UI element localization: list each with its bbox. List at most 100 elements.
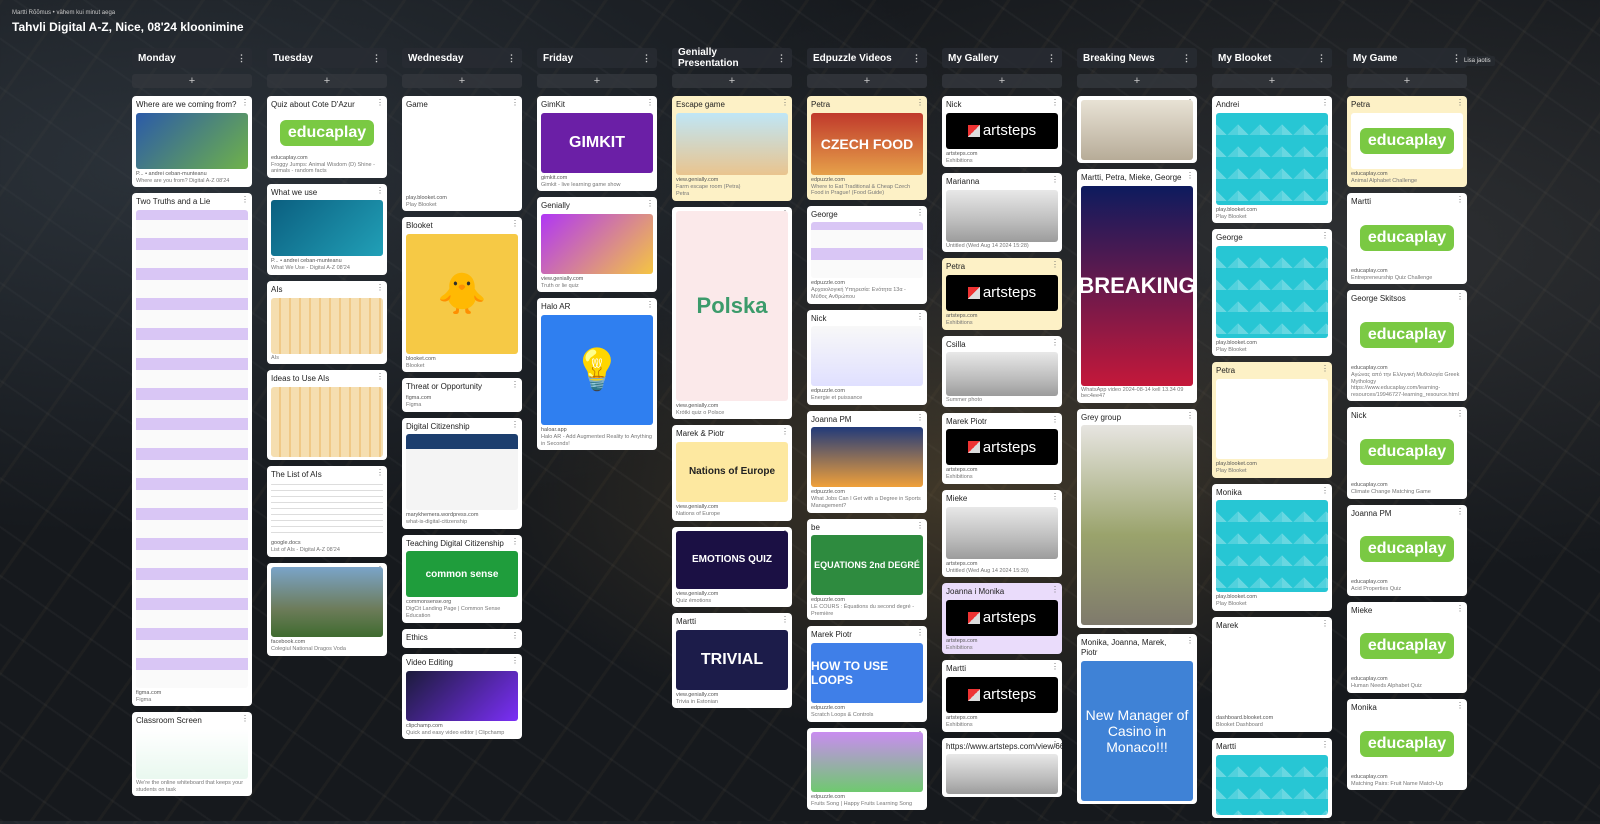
dots-vertical-icon[interactable]: ⋮ xyxy=(1186,636,1194,645)
dots-vertical-icon[interactable]: ⋮ xyxy=(1051,260,1059,269)
post-thumbnail[interactable] xyxy=(406,670,518,721)
dots-vertical-icon[interactable]: ⋮ xyxy=(916,413,924,422)
board-breadcrumb[interactable]: Martti Rõõmus • vähem kui minut aega xyxy=(12,10,244,16)
dots-vertical-icon[interactable]: ⋮ xyxy=(1317,53,1326,64)
column-title[interactable]: My Game xyxy=(1353,53,1397,64)
post-card[interactable]: ⋮ Martti, Petra, Mieke, George BREAKING Wha… xyxy=(1077,169,1197,403)
post-thumbnail[interactable] xyxy=(1216,633,1328,714)
post-thumbnail[interactable]: EMOTIONS QUIZ xyxy=(676,530,788,589)
post-card[interactable]: ⋮ Petra artsteps artsteps.com Exhibitions xyxy=(942,258,1062,330)
dots-vertical-icon[interactable]: ⋮ xyxy=(1047,53,1056,64)
post-card[interactable]: ⋮ Digital Citizenship marykhemera.wordpres… xyxy=(402,417,522,529)
post-card[interactable]: ⋮ Csilla Summer photo xyxy=(942,335,1062,407)
post-thumbnail[interactable] xyxy=(1081,425,1193,626)
dots-vertical-icon[interactable]: ⋮ xyxy=(1456,292,1464,301)
dots-vertical-icon[interactable]: ⋮ xyxy=(642,53,651,64)
post-thumbnail[interactable]: artsteps xyxy=(946,274,1058,311)
post-thumbnail[interactable] xyxy=(1216,378,1328,459)
post-card[interactable]: ⋮ Martti artsteps artsteps.com Exhibitions xyxy=(942,660,1062,732)
post-card[interactable]: ⋮ Nick artsteps artsteps.com Exhibitions xyxy=(942,96,1062,168)
post-card[interactable]: ⋮ Game play.blooket.com Play Blooket xyxy=(402,96,522,212)
column-title[interactable]: Edpuzzle Videos xyxy=(813,53,892,64)
column-header[interactable]: Wednesday ⋮ xyxy=(402,48,522,68)
dots-vertical-icon[interactable]: ⋮ xyxy=(646,300,654,309)
dots-vertical-icon[interactable]: ⋮ xyxy=(912,53,921,64)
post-thumbnail[interactable]: EQUATIONS 2nd DEGRÉ xyxy=(811,535,923,596)
post-card[interactable]: ⋮EMOTIONS QUIZview.genially.comQuiz émot… xyxy=(672,526,792,608)
post-thumbnail[interactable] xyxy=(1216,245,1328,338)
post-thumbnail[interactable] xyxy=(1216,754,1328,815)
post-thumbnail[interactable] xyxy=(811,731,923,792)
post-card[interactable]: ⋮ Marek dashboard.blooket.com Blooket Dashb… xyxy=(1212,616,1332,732)
column-header[interactable]: My Game ⋮ xyxy=(1347,48,1467,68)
dots-vertical-icon[interactable]: ⋮ xyxy=(237,53,246,64)
add-post-button[interactable]: + xyxy=(537,74,657,88)
dots-vertical-icon[interactable]: ⋮ xyxy=(511,420,519,429)
post-thumbnail[interactable] xyxy=(271,297,383,354)
post-card[interactable]: ⋮ Nick edpuzzle.com Energie et puissance xyxy=(807,309,927,405)
column-header[interactable]: Friday ⋮ xyxy=(537,48,657,68)
dots-vertical-icon[interactable]: ⋮ xyxy=(1182,53,1191,64)
post-thumbnail[interactable] xyxy=(271,482,383,539)
add-post-button[interactable]: + xyxy=(132,74,252,88)
post-card[interactable]: ⋮ Petra educaplay educaplay.com Animal Alpha… xyxy=(1347,96,1467,188)
column-title[interactable]: Breaking News xyxy=(1083,53,1155,64)
post-card[interactable]: ⋮ Joanna PM educaplay educaplay.com Acid Pro… xyxy=(1347,504,1467,596)
column-title[interactable]: Wednesday xyxy=(408,53,463,64)
post-card[interactable]: ⋮ Mieke artsteps.com Untitled (Wed Aug 14 2… xyxy=(942,489,1062,578)
column-title[interactable]: My Blooket xyxy=(1218,53,1271,64)
column-title[interactable]: My Gallery xyxy=(948,53,999,64)
post-thumbnail[interactable]: artsteps xyxy=(946,676,1058,713)
dots-vertical-icon[interactable]: ⋮ xyxy=(241,714,249,723)
post-card[interactable]: ⋮ Ethics xyxy=(402,628,522,649)
post-card[interactable]: ⋮ Joanna i Monika artsteps artsteps.com Exhi… xyxy=(942,583,1062,655)
post-thumbnail[interactable]: educaplay xyxy=(1351,521,1463,578)
column-title[interactable]: Friday xyxy=(543,53,573,64)
post-thumbnail[interactable] xyxy=(271,200,383,257)
post-card[interactable]: ⋮ Threat or Opportunity figma.com Figma xyxy=(402,378,522,412)
post-thumbnail[interactable]: CZECH FOOD xyxy=(811,112,923,175)
add-post-button[interactable]: + xyxy=(942,74,1062,88)
dots-vertical-icon[interactable]: ⋮ xyxy=(781,98,789,107)
post-card[interactable]: ⋮ Where are we coming from? P... • andrei … xyxy=(132,96,252,188)
post-card[interactable]: ⋮ Escape game view.genially.com Farm escape… xyxy=(672,96,792,201)
post-thumbnail[interactable]: artsteps xyxy=(946,599,1058,636)
add-post-button[interactable]: + xyxy=(267,74,387,88)
add-post-button[interactable]: + xyxy=(402,74,522,88)
post-thumbnail[interactable] xyxy=(1081,100,1193,160)
dots-vertical-icon[interactable]: ⋮ xyxy=(1051,338,1059,347)
dots-vertical-icon[interactable]: ⋮ xyxy=(507,53,516,64)
post-card[interactable]: ⋮ Petra CZECH FOOD edpuzzle.com Where to Eat… xyxy=(807,96,927,200)
post-card[interactable]: ⋮ Monika play.blooket.com Play Blooket xyxy=(1212,483,1332,611)
post-thumbnail[interactable]: GIMKIT xyxy=(541,112,653,173)
dots-vertical-icon[interactable]: ⋮ xyxy=(1456,604,1464,613)
post-thumbnail[interactable] xyxy=(271,386,383,457)
dots-vertical-icon[interactable]: ⋮ xyxy=(376,468,384,477)
post-card[interactable]: ⋮ Andrei play.blooket.com Play Blooket xyxy=(1212,96,1332,224)
post-thumbnail[interactable] xyxy=(946,506,1058,559)
dots-vertical-icon[interactable]: ⋮ xyxy=(1321,364,1329,373)
post-card[interactable]: ⋮ Two Truths and a Lie figma.com Figma xyxy=(132,193,252,707)
post-thumbnail[interactable] xyxy=(541,213,653,274)
column-header[interactable]: Monday ⋮ xyxy=(132,48,252,68)
post-card[interactable]: ⋮facebook.comColegiul National Dragos Vo… xyxy=(267,562,387,656)
dots-vertical-icon[interactable]: ⋮ xyxy=(511,537,519,546)
dots-vertical-icon[interactable]: ⋮ xyxy=(1051,585,1059,594)
post-card[interactable]: ⋮ Petra play.blooket.com Play Blooket xyxy=(1212,362,1332,478)
column-header[interactable]: My Gallery ⋮ xyxy=(942,48,1062,68)
add-post-button[interactable]: + xyxy=(807,74,927,88)
dots-vertical-icon[interactable]: ⋮ xyxy=(376,186,384,195)
post-thumbnail[interactable]: Polska xyxy=(676,210,788,401)
post-card[interactable]: ⋮ Blooket 🐥 blooket.com Blooket xyxy=(402,217,522,373)
dots-vertical-icon[interactable]: ⋮ xyxy=(1321,98,1329,107)
post-card[interactable]: ⋮ GimKit GIMKIT gimkit.com Gimkit - live lea… xyxy=(537,96,657,192)
post-card[interactable]: ⋮ Classroom Screen We're the online whiteb… xyxy=(132,712,252,797)
post-card[interactable]: ⋮ Marianna Untitled (Wed Aug 14 2024 15:28… xyxy=(942,173,1062,253)
dots-vertical-icon[interactable]: ⋮ xyxy=(1456,507,1464,516)
post-card[interactable]: ⋮ AIs AIs xyxy=(267,280,387,365)
post-card[interactable]: ⋮ What we use P... • andrei ceban-munteanu… xyxy=(267,183,387,275)
post-thumbnail[interactable]: educaplay xyxy=(271,112,383,153)
dots-vertical-icon[interactable]: ⋮ xyxy=(376,283,384,292)
post-thumbnail[interactable] xyxy=(946,352,1058,397)
post-thumbnail[interactable]: educaplay xyxy=(1351,306,1463,363)
